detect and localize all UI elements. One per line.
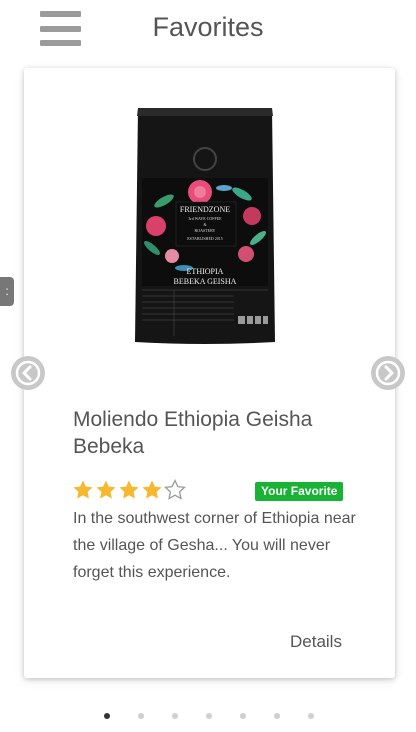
- page-title: Favorites: [152, 12, 264, 42]
- product-description: In the southwest corner of Ethiopia near…: [73, 510, 356, 581]
- product-image: FRIENDZONE 3rd WAVE COFFEE & ROASTERY ES…: [135, 108, 275, 344]
- carousel-dot[interactable]: [206, 713, 212, 719]
- carousel-dot[interactable]: [104, 713, 110, 719]
- star-filled-icon: [119, 480, 139, 499]
- carousel-next-button[interactable]: [371, 356, 405, 390]
- app-header: Favorites: [0, 0, 416, 60]
- bag-line4-text: ESTABLISHED 2015: [187, 236, 223, 241]
- carousel-dot[interactable]: [172, 713, 178, 719]
- star-rating: [72, 479, 186, 501]
- favorite-badge: Your Favorite: [255, 482, 344, 501]
- bag-origin2-text: BEBEKA GEISHA: [174, 277, 237, 286]
- carousel-dot[interactable]: [308, 713, 314, 719]
- star-empty-icon: [164, 479, 186, 500]
- carousel-prev-button[interactable]: [11, 356, 45, 390]
- star-filled-icon: [142, 480, 162, 499]
- bag-line1-text: 3rd WAVE COFFEE: [188, 216, 222, 221]
- star-filled-icon: [96, 480, 116, 499]
- carousel-dot[interactable]: [274, 713, 280, 719]
- carousel-dot[interactable]: [138, 713, 144, 719]
- bag-brand-text: FRIENDZONE: [180, 205, 230, 214]
- side-drawer-tab[interactable]: :: [0, 277, 14, 306]
- chevron-right-icon: [375, 360, 401, 386]
- details-link[interactable]: Details: [290, 632, 342, 652]
- star-filled-icon: [73, 480, 93, 499]
- carousel-dot[interactable]: [240, 713, 246, 719]
- product-name: Moliendo Ethiopia Geisha Bebeka: [73, 408, 313, 458]
- bag-origin1-text: ETHIOPIA: [187, 267, 224, 276]
- chevron-left-icon: [15, 360, 41, 386]
- bag-line3-text: ROASTERY: [195, 228, 216, 233]
